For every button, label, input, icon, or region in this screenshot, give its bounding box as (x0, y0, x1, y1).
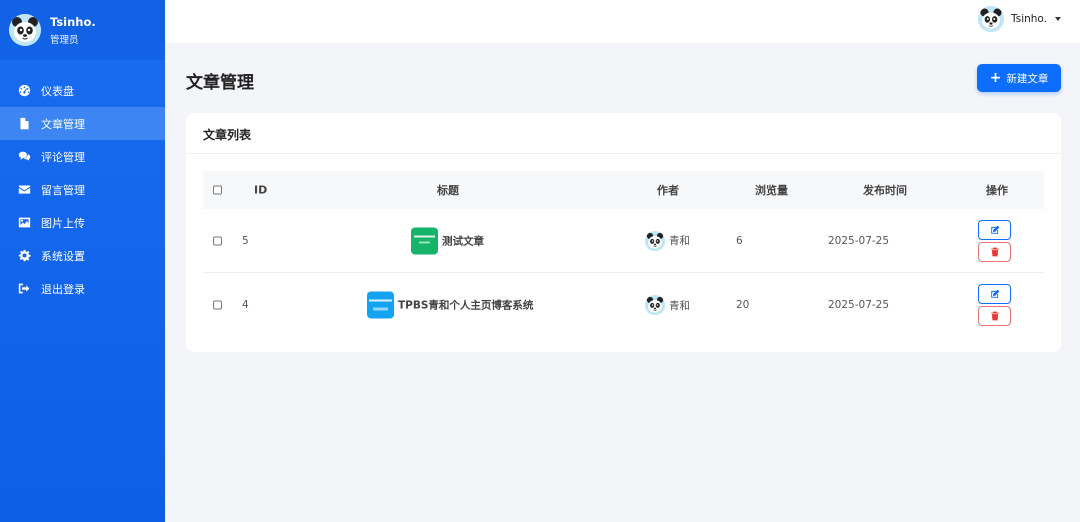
table-header: ID 标题 作者 浏览量 发布时间 操作 (203, 171, 1044, 209)
image-icon (17, 215, 32, 230)
sidebar-item-label: 图片上传 (41, 216, 85, 230)
header-title: 标题 (437, 184, 459, 197)
envelope-icon (17, 182, 32, 197)
edit-icon (990, 225, 999, 234)
header-id: ID (254, 183, 268, 197)
new-article-label: 新建文章 (1006, 72, 1049, 85)
sidebar-item-image-upload[interactable]: 图片上传 (0, 206, 165, 239)
sidebar-item-settings[interactable]: 系统设置 (0, 239, 165, 272)
row-author: 青和 (645, 295, 690, 315)
top-bar: Tsinho. (165, 0, 1080, 43)
plus-icon: + (989, 70, 1002, 86)
user-name: Tsinho. (1011, 13, 1047, 25)
row-actions (978, 219, 1011, 262)
table-row: 5 测试文章 青和 6 2025-07-25 (203, 209, 1044, 273)
header-views: 浏览量 (755, 184, 788, 197)
comments-icon (17, 149, 32, 164)
sidebar-item-label: 退出登录 (41, 282, 85, 296)
article-thumbnail (411, 227, 438, 254)
header-author: 作者 (657, 184, 679, 197)
page-title: 文章管理 (186, 73, 254, 93)
sidebar-item-label: 仪表盘 (41, 84, 74, 98)
profile-name: Tsinho. (50, 14, 96, 29)
row-views: 6 (736, 234, 743, 247)
row-author: 青和 (645, 230, 690, 251)
article-title-link[interactable]: 测试文章 (442, 233, 484, 248)
article-list-card: 文章列表 ID 标题 作者 浏览量 发布时间 操作 5 测试文章 青和 6 20… (186, 113, 1061, 352)
trash-icon (990, 247, 999, 256)
header-actions: 操作 (986, 184, 1008, 197)
sidebar-item-label: 系统设置 (41, 249, 85, 263)
article-thumbnail (367, 291, 394, 319)
author-name: 青和 (669, 235, 690, 247)
table-row: 4 TPBS青和个人主页博客系统 青和 20 2025-07-25 (203, 273, 1044, 337)
sidebar-item-label: 文章管理 (41, 117, 85, 131)
edit-button[interactable] (978, 219, 1011, 240)
sidebar-menu: 仪表盘 文章管理 评论管理 留言管理 图片上传 系统设置 退出登录 (0, 74, 165, 305)
row-id: 4 (242, 299, 249, 311)
sidebar-item-label: 留言管理 (41, 183, 85, 197)
new-article-button[interactable]: + 新建文章 (977, 64, 1061, 92)
avatar (978, 6, 1005, 32)
sidebar-item-dashboard[interactable]: 仪表盘 (0, 74, 165, 107)
row-id: 5 (242, 234, 249, 247)
row-checkbox[interactable] (213, 300, 222, 310)
row-views: 20 (736, 299, 750, 311)
avatar (9, 14, 41, 46)
avatar (645, 230, 665, 251)
caret-down-icon (1055, 17, 1061, 21)
file-icon (17, 116, 32, 131)
divider (186, 153, 1061, 154)
edit-button[interactable] (978, 284, 1011, 304)
trash-icon (990, 311, 999, 321)
dashboard-icon (17, 83, 32, 98)
row-checkbox[interactable] (213, 236, 222, 245)
sidebar-item-articles[interactable]: 文章管理 (0, 107, 165, 140)
profile-role: 管理员 (50, 34, 79, 46)
row-date: 2025-07-25 (828, 234, 890, 247)
sidebar-item-label: 评论管理 (41, 150, 85, 164)
row-actions (978, 284, 1011, 326)
gear-icon (17, 248, 32, 263)
sidebar-item-messages[interactable]: 留言管理 (0, 173, 165, 206)
row-date: 2025-07-25 (828, 299, 890, 311)
card-title: 文章列表 (203, 128, 252, 142)
delete-button[interactable] (978, 306, 1011, 326)
user-menu[interactable]: Tsinho. (978, 6, 1061, 32)
avatar (645, 295, 665, 315)
article-title-link[interactable]: TPBS青和个人主页博客系统 (398, 298, 533, 313)
row-title: TPBS青和个人主页博客系统 (367, 291, 533, 319)
delete-button[interactable] (978, 241, 1011, 262)
edit-icon (990, 289, 999, 298)
row-title: 测试文章 (411, 227, 484, 254)
sidebar: Tsinho. 管理员 仪表盘 文章管理 评论管理 留言管理 图片上传 系统设置… (0, 0, 165, 522)
sign-out-icon (17, 281, 32, 296)
select-all-checkbox[interactable] (213, 185, 222, 195)
sidebar-item-logout[interactable]: 退出登录 (0, 272, 165, 305)
profile-header: Tsinho. 管理员 (0, 0, 165, 60)
header-published: 发布时间 (863, 184, 907, 197)
sidebar-item-comments[interactable]: 评论管理 (0, 140, 165, 173)
author-name: 青和 (669, 299, 690, 312)
